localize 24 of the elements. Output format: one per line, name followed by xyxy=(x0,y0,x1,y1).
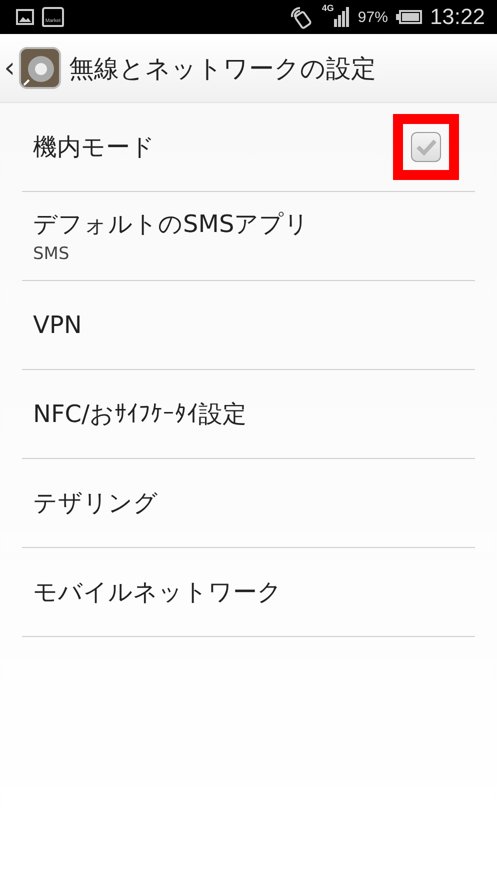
item-title: テザリング xyxy=(33,488,159,519)
battery-icon xyxy=(396,10,422,24)
checkmark-icon xyxy=(415,138,437,156)
item-title: VPN xyxy=(33,311,83,339)
settings-item[interactable]: VPN xyxy=(22,281,475,370)
signal-icon xyxy=(334,7,350,27)
back-button[interactable]: ‹ xyxy=(4,54,16,82)
settings-app-icon xyxy=(19,47,62,89)
clock: 13:22 xyxy=(430,4,485,30)
battery-percent: 97% xyxy=(358,8,388,26)
screen-title: 無線とネットワークの設定 xyxy=(69,52,376,84)
image-icon xyxy=(16,9,34,25)
item-title: 機内モード xyxy=(33,132,156,163)
settings-item[interactable]: テザリング xyxy=(22,459,475,548)
checkbox[interactable] xyxy=(411,132,441,162)
settings-item[interactable]: 機内モード xyxy=(22,103,475,192)
item-title: デフォルトのSMSアプリ xyxy=(33,209,310,240)
settings-item[interactable]: モバイルネットワーク xyxy=(22,548,475,637)
item-summary: SMS xyxy=(33,244,70,264)
network-type: 4G xyxy=(322,3,334,13)
item-title: NFC/おｻｲﾌｹｰﾀｲ設定 xyxy=(33,399,248,430)
settings-item[interactable]: NFC/おｻｲﾌｹｰﾀｲ設定 xyxy=(22,370,475,459)
settings-item[interactable]: デフォルトのSMSアプリ SMS xyxy=(22,192,475,281)
item-title: モバイルネットワーク xyxy=(33,577,283,608)
